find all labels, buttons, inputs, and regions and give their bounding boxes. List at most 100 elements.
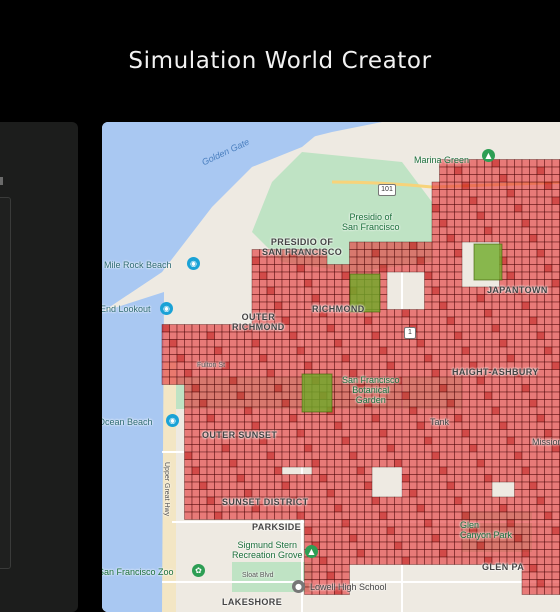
camera-pin-icon[interactable]: ◉ xyxy=(187,257,200,270)
grid-cell xyxy=(372,407,380,415)
grid-cell xyxy=(372,242,380,250)
grid-cell xyxy=(275,377,283,385)
grid-cell xyxy=(350,512,358,520)
grid-cell xyxy=(477,310,485,318)
tree-pin-icon[interactable]: ▲ xyxy=(482,149,495,162)
grid-cell xyxy=(320,542,328,550)
grid-cell xyxy=(447,235,455,243)
grid-cell xyxy=(485,407,493,415)
grid-cell xyxy=(537,430,545,438)
grid-cell xyxy=(507,332,515,340)
grid-cell xyxy=(447,167,455,175)
grid-cell xyxy=(462,550,470,558)
grid-cell xyxy=(395,452,403,460)
grid-cell xyxy=(245,415,253,423)
school-pin-icon[interactable]: ● xyxy=(292,580,305,593)
grid-cell xyxy=(410,242,418,250)
grid-cell xyxy=(455,452,463,460)
grid-cell xyxy=(492,467,500,475)
grid-cell xyxy=(470,235,478,243)
grid-cell xyxy=(282,415,290,423)
grid-cell xyxy=(545,392,553,400)
grid-cell xyxy=(552,377,560,385)
zoo-pin-icon[interactable]: ✿ xyxy=(192,564,205,577)
grid-cell xyxy=(357,550,365,558)
grid-cell xyxy=(372,527,380,535)
grid-cell xyxy=(320,550,328,558)
grid-cell xyxy=(320,340,328,348)
grid-cell xyxy=(417,355,425,363)
grid-cell xyxy=(275,512,283,520)
grid-cell xyxy=(282,452,290,460)
grid-cell xyxy=(237,482,245,490)
grid-cell xyxy=(417,467,425,475)
grid-cell xyxy=(515,520,523,528)
grid-cell xyxy=(462,205,470,213)
grid-cell xyxy=(275,445,283,453)
grid-cell xyxy=(222,452,230,460)
grid-cell xyxy=(530,295,538,303)
grid-cell xyxy=(230,445,238,453)
grid-cell xyxy=(215,325,223,333)
grid-cell xyxy=(200,377,208,385)
grid-cell xyxy=(200,340,208,348)
grid-cell xyxy=(477,482,485,490)
grid-cell xyxy=(545,520,553,528)
grid-cell xyxy=(500,160,508,168)
grid-cell xyxy=(402,527,410,535)
grid-cell xyxy=(252,460,260,468)
grid-cell xyxy=(507,272,515,280)
grid-cell xyxy=(297,512,305,520)
grid-cell xyxy=(477,460,485,468)
grid-cell xyxy=(335,445,343,453)
grid-cell xyxy=(267,370,275,378)
grid-cell xyxy=(387,535,395,543)
grid-cell xyxy=(275,385,283,393)
grid-cell xyxy=(425,295,433,303)
grid-cell xyxy=(380,332,388,340)
grid-cell xyxy=(462,302,470,310)
grid-cell xyxy=(447,310,455,318)
grid-cell xyxy=(530,407,538,415)
grid-cell xyxy=(357,452,365,460)
grid-cell xyxy=(222,370,230,378)
grid-cell xyxy=(207,452,215,460)
grid-cell xyxy=(440,520,448,528)
grid-cell xyxy=(200,407,208,415)
grid-cell xyxy=(537,512,545,520)
grid-cell xyxy=(312,422,320,430)
camera-pin-icon[interactable]: ◉ xyxy=(166,414,179,427)
tree-pin-icon[interactable]: ▲ xyxy=(305,545,318,558)
grid-cell xyxy=(545,475,553,483)
grid-cell xyxy=(537,565,545,573)
grid-cell xyxy=(350,445,358,453)
grid-cell xyxy=(425,467,433,475)
grid-cell xyxy=(507,355,515,363)
grid-cell xyxy=(432,250,440,258)
grid-cell xyxy=(357,497,365,505)
camera-pin-icon[interactable]: ◉ xyxy=(160,302,173,315)
grid-cell xyxy=(515,505,523,513)
grid-cell xyxy=(290,437,298,445)
grid-cell xyxy=(395,460,403,468)
grid-cell xyxy=(440,242,448,250)
grid-cell xyxy=(425,370,433,378)
grid-cell xyxy=(192,430,200,438)
grid-cell xyxy=(530,227,538,235)
grid-cell xyxy=(545,347,553,355)
grid-cell xyxy=(545,550,553,558)
grid-cell xyxy=(455,265,463,273)
grid-cell xyxy=(387,340,395,348)
grid-cell xyxy=(245,362,253,370)
map-canvas[interactable]: Golden Gate Marina Green ▲ Presidio of S… xyxy=(102,122,560,612)
grid-cell xyxy=(425,317,433,325)
grid-cell xyxy=(552,235,560,243)
grid-cell xyxy=(485,437,493,445)
grid-cell xyxy=(395,362,403,370)
grid-cell xyxy=(462,452,470,460)
grid-cell xyxy=(552,272,560,280)
grid-cell xyxy=(425,452,433,460)
grid-cell xyxy=(297,257,305,265)
sidebar-list-box[interactable] xyxy=(0,197,11,569)
grid-cell xyxy=(365,407,373,415)
